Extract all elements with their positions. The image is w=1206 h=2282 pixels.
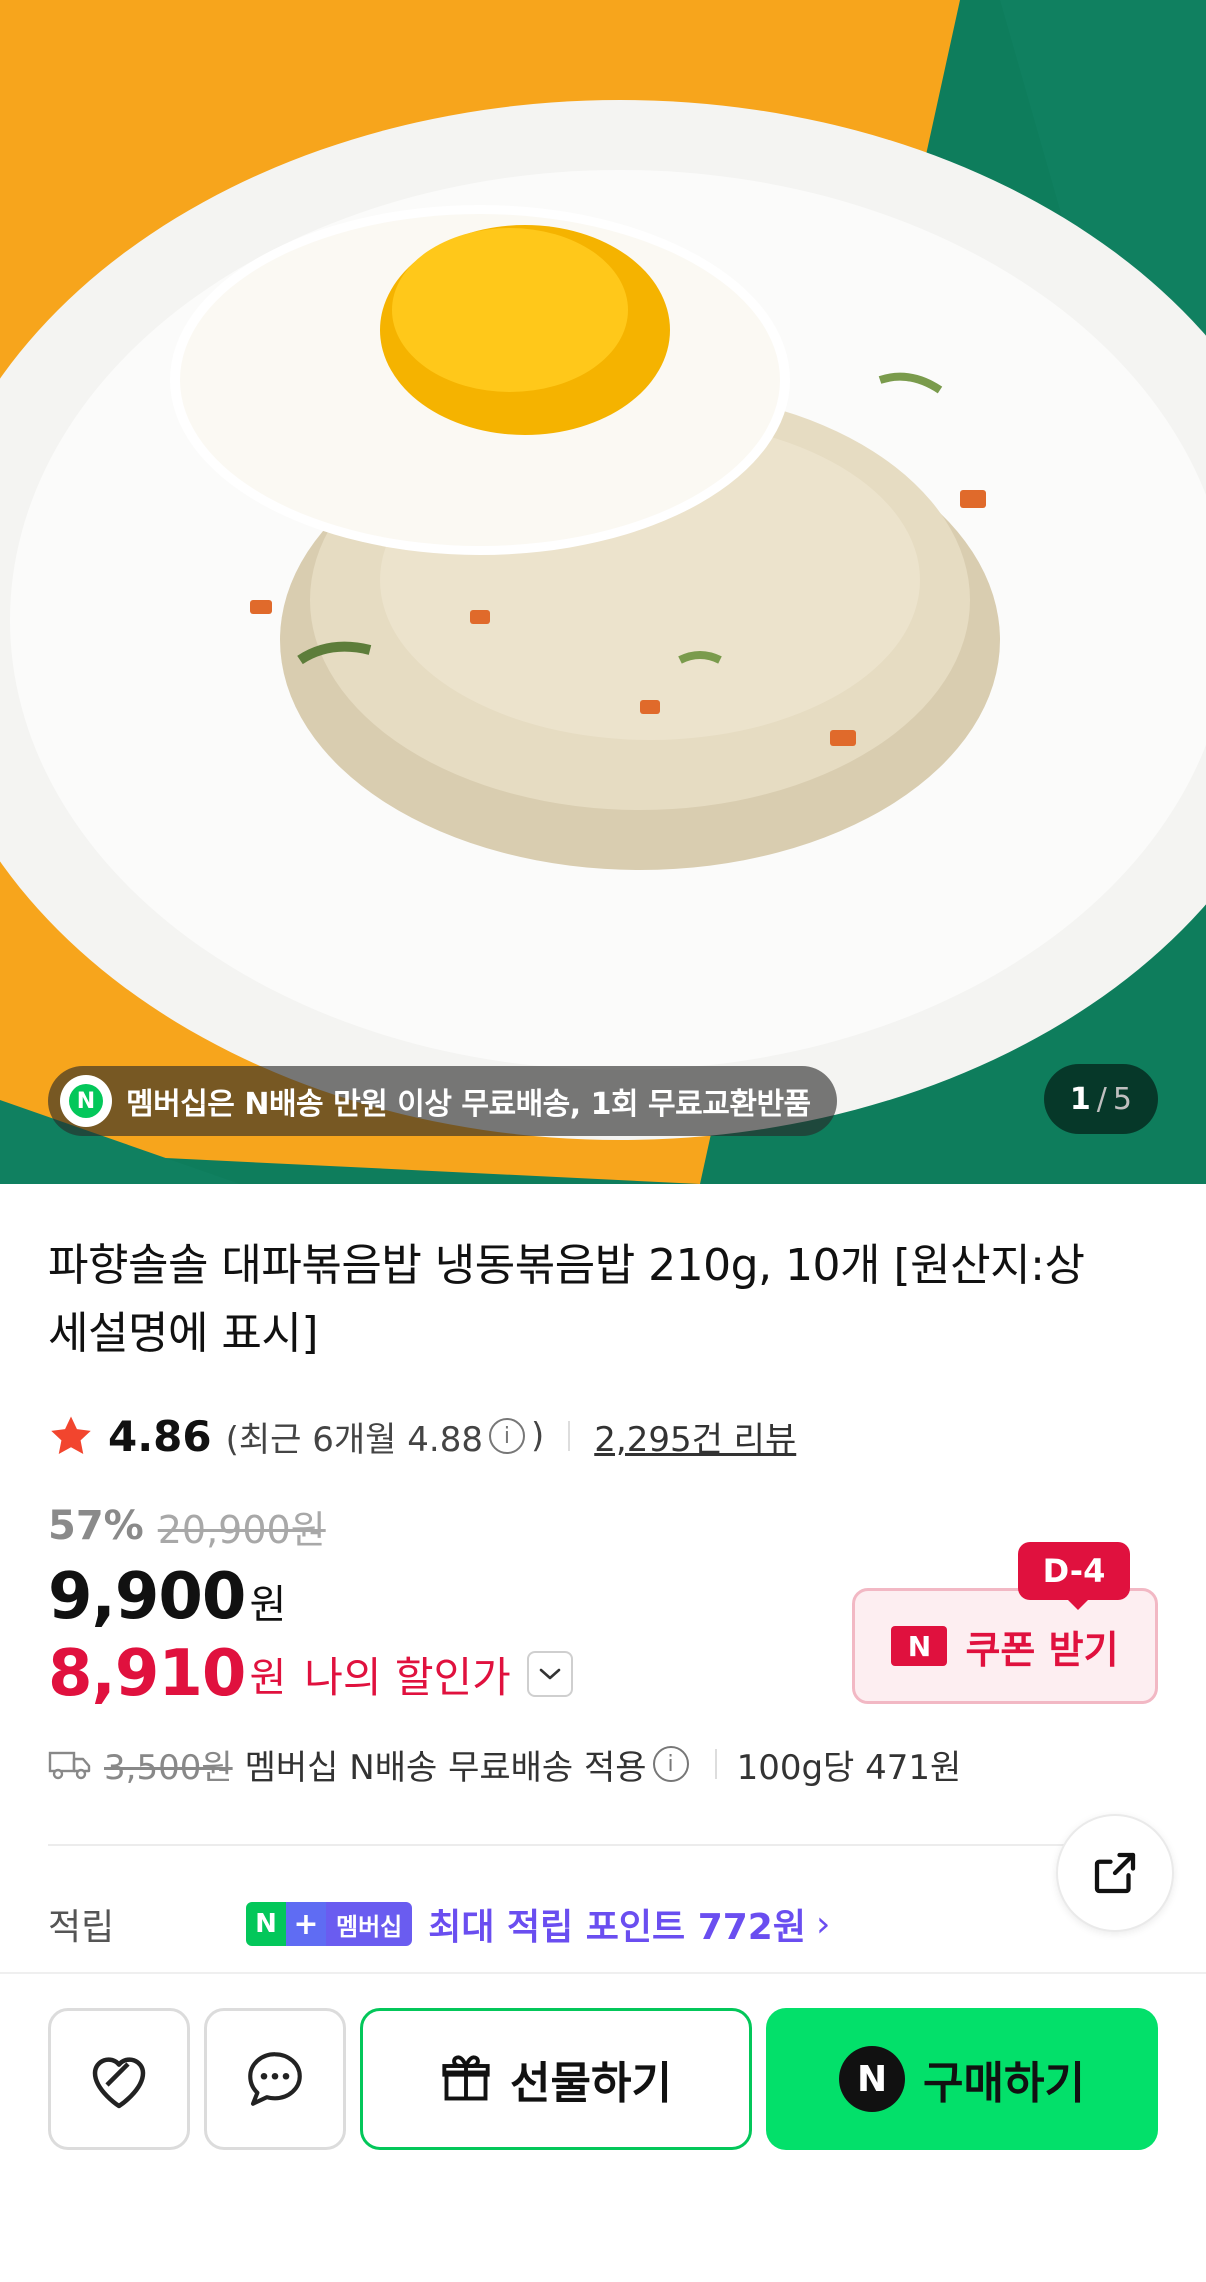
coupon-label: 쿠폰 받기 [965,1627,1119,1672]
product-title: 파향솔솔 대파볶음밥 냉동볶음밥 210g, 10개 [원산지:상세설명에 표시… [48,1240,1085,1359]
badge-plus: + [286,1902,326,1946]
naver-pay-icon: N [839,2046,906,2112]
my-price-unit: 원 [249,1655,287,1701]
chat-bubble-icon [248,2052,302,2106]
shipping-fee: 3,500원 [104,1747,233,1788]
gift-label: 선물하기 [510,2058,672,2109]
price-unit: 원 [249,1582,287,1628]
gift-button[interactable]: 선물하기 [360,2008,752,2150]
my-price-value: 8,910 [48,1637,246,1711]
price-value: 9,900 [48,1560,246,1634]
shipping-info-icon[interactable]: i [652,1746,689,1782]
membership-promo-banner[interactable]: N 멤버십은 N배송 만원 이상 무료배송, 1회 무료교환반품 [48,1066,837,1136]
recent-rating: (최근 6개월 4.88 i ) [226,1412,545,1461]
recent-rating-close: ) [530,1416,545,1456]
discount-row: 57% 20,900원 [48,1498,326,1554]
chevron-right-icon: › [815,1903,831,1945]
points-label: 적립 [48,1907,115,1948]
promo-text: 멤버십은 N배송 만원 이상 무료배송, 1회 무료교환반품 [126,1087,811,1122]
fried-rice-photo [0,0,1206,1184]
heart-icon [92,2057,146,2109]
divider [568,1421,571,1451]
unit-price: 100g당 471원 [736,1747,962,1788]
sale-price: 9,900 원 [48,1560,287,1634]
badge-n: N [246,1902,286,1946]
shipping-text: 멤버십 N배송 무료배송 적용 [244,1747,647,1788]
buy-button[interactable]: N 구매하기 [766,2008,1158,2150]
page-total: 5 [1112,1081,1132,1117]
my-discount-price: 8,910 원 나의 할인가 [48,1636,573,1712]
shipping-row: 3,500원 멤버십 N배송 무료배송 적용 i 100g당 471원 [48,1736,961,1792]
buy-label: 구매하기 [923,2058,1085,2109]
talk-talk-button[interactable] [204,2008,346,2150]
review-count-link[interactable]: 2,295건 리뷰 [594,1412,796,1461]
max-points-link[interactable]: 최대 적립 포인트 772원 [428,1898,806,1950]
page-separator: / [1096,1081,1107,1117]
image-page-counter: 1 / 5 [1043,1064,1158,1134]
product-image-carousel[interactable]: N 멤버십은 N배송 만원 이상 무료배송, 1회 무료교환반품 1 / 5 [0,0,1206,1184]
rating-value: 4.86 [108,1411,212,1461]
gift-icon [442,2055,490,2101]
dday-badge-tail [1066,1598,1090,1610]
original-price: 20,900원 [157,1507,326,1552]
truck-icon [48,1751,91,1780]
expand-price-button[interactable] [526,1651,573,1697]
info-icon[interactable]: i [488,1418,525,1454]
bottom-action-bar: 선물하기 N 구매하기 [0,1972,1206,2282]
star-icon [51,1416,91,1455]
page-current: 1 [1069,1081,1091,1117]
coupon-dday-badge: D-4 [1018,1542,1130,1600]
discount-rate: 57% [48,1503,144,1549]
points-row: 적립 N + 멤버십 최대 적립 포인트 772원 › [48,1896,1158,1952]
membership-badge: N + 멤버십 [246,1902,413,1946]
naver-coupon-icon: N [891,1626,948,1666]
rating-row: 4.86 (최근 6개월 4.88 i ) 2,295건 리뷰 [48,1408,796,1464]
coupon-download-button[interactable]: N 쿠폰 받기 [852,1588,1158,1704]
recent-rating-text: (최근 6개월 4.88 [225,1419,483,1460]
share-icon [1094,1852,1136,1894]
naver-membership-icon: N [60,1075,112,1127]
chevron-down-icon [539,1668,561,1680]
divider [714,1749,717,1779]
my-price-label: 나의 할인가 [304,1652,511,1702]
section-divider [48,1844,1158,1846]
wishlist-button[interactable] [48,2008,190,2150]
badge-text: 멤버십 [326,1902,413,1946]
